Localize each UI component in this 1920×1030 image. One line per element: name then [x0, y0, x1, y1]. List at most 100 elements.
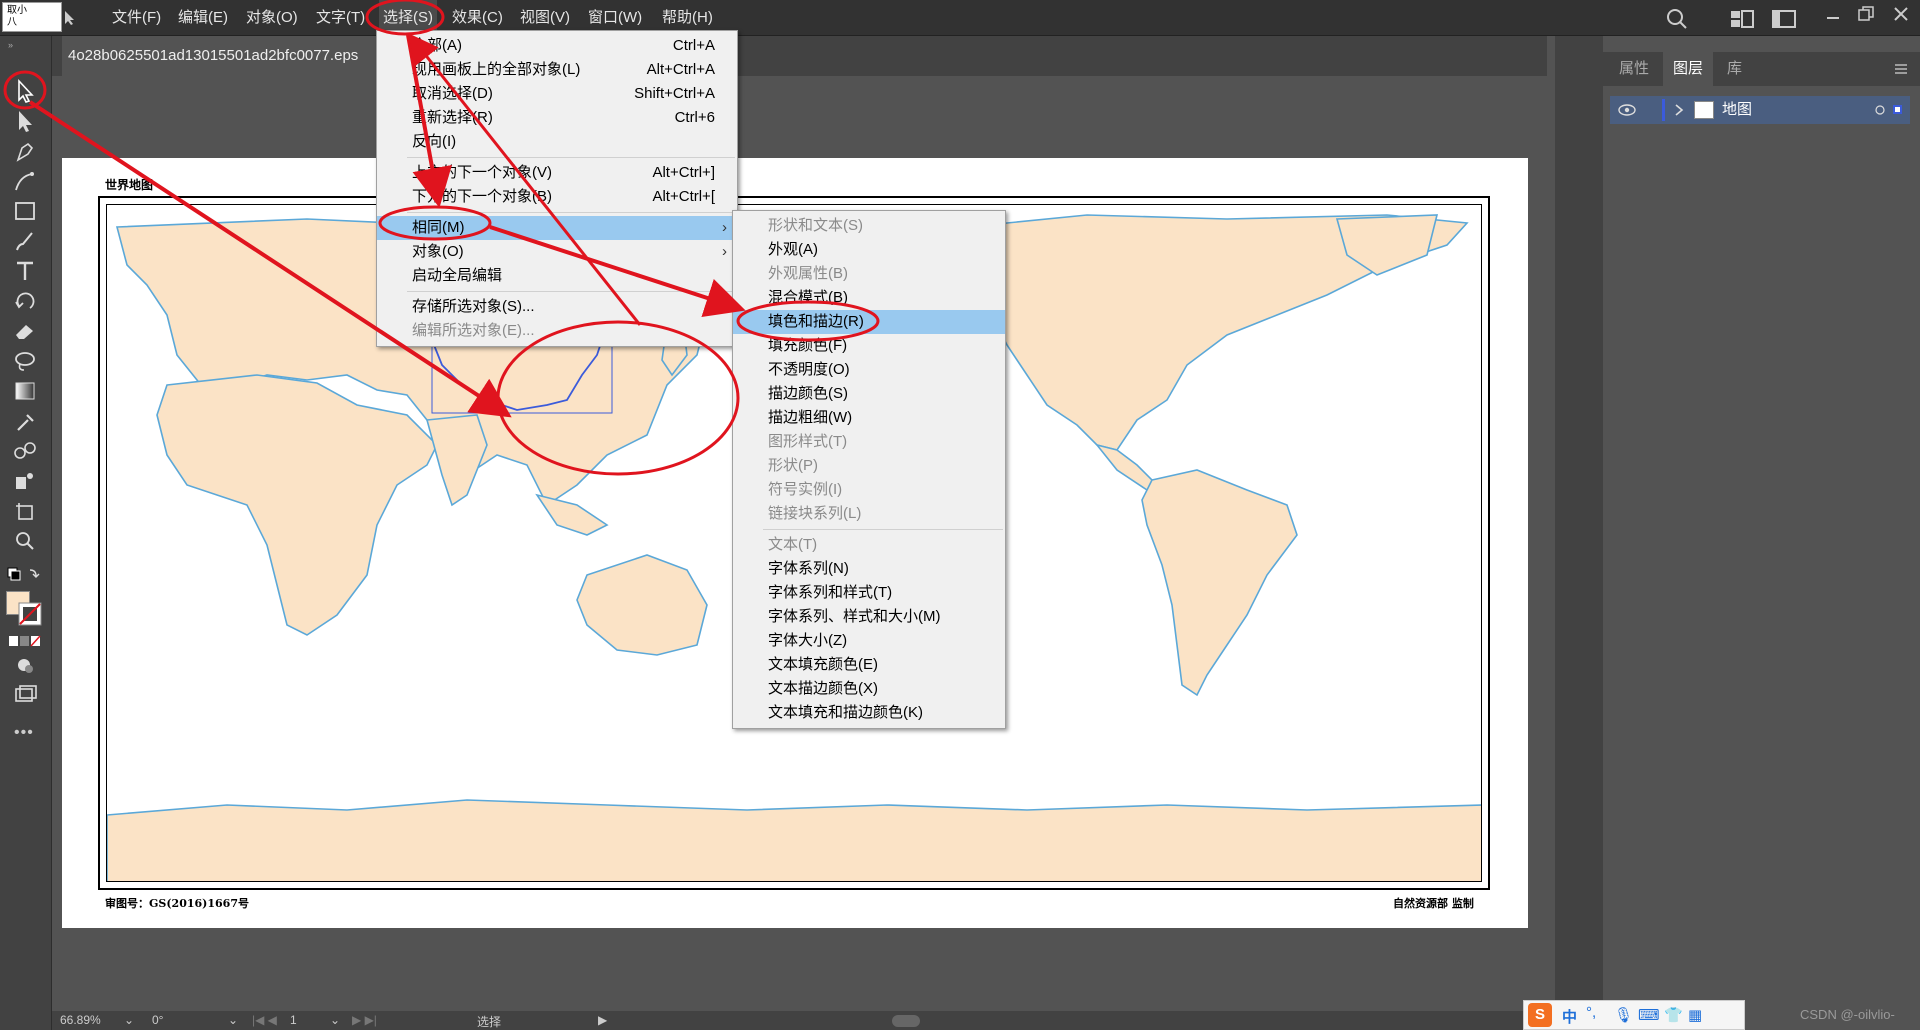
- chevron-right-icon: ›: [722, 219, 727, 236]
- ime-logo-icon[interactable]: S: [1528, 1003, 1552, 1027]
- submenu-item-stroke-weight[interactable]: 描边粗细(W): [733, 406, 1005, 430]
- submenu-item-link-block-series[interactable]: 链接块系列(L): [733, 502, 1005, 526]
- play-icon[interactable]: ▶: [598, 1013, 607, 1027]
- menu-item-global-edit[interactable]: 启动全局编辑: [377, 264, 737, 288]
- submenu-item-stroke-color[interactable]: 描边颜色(S): [733, 382, 1005, 406]
- antarctica-shape: [107, 799, 1481, 881]
- selection-tool-icon[interactable]: [10, 78, 40, 104]
- paintbrush-tool-icon[interactable]: [10, 228, 40, 254]
- pen-tool-icon[interactable]: [10, 138, 40, 164]
- menu-item-object[interactable]: 对象(O) ›: [377, 240, 737, 264]
- menu-bar: 取小 八 文件(F) 编辑(E) 对象(O) 文字(T) 选择(S) 效果(C)…: [0, 0, 1920, 36]
- lasso-tool-icon[interactable]: [10, 348, 40, 374]
- last-artboard-icon[interactable]: ▶ ▶|: [352, 1013, 377, 1027]
- menu-item-save-selection[interactable]: 存储所选对象(S)...: [377, 295, 737, 319]
- minimize-icon[interactable]: [1825, 12, 1841, 24]
- chevron-down-icon[interactable]: ⌄: [330, 1013, 340, 1027]
- toolbox-icon[interactable]: ▦: [1688, 1006, 1702, 1024]
- document-tab[interactable]: 4o28b0625501ad13015501ad2bfc0077.eps: [62, 36, 392, 76]
- target-icon[interactable]: [1875, 105, 1885, 115]
- menu-type[interactable]: 文字(T): [312, 0, 369, 36]
- submenu-item-text-fill-color[interactable]: 文本填充颜色(E): [733, 653, 1005, 677]
- close-icon[interactable]: [1893, 6, 1909, 22]
- horizontal-scrollbar[interactable]: [892, 1015, 920, 1027]
- logo-text: 取小: [7, 5, 27, 16]
- submenu-item-shape-and-text[interactable]: 形状和文本(S): [733, 214, 1005, 238]
- rotation-value[interactable]: 0°: [152, 1013, 163, 1027]
- submenu-item-shape[interactable]: 形状(P): [733, 454, 1005, 478]
- submenu-item-appearance-attribute[interactable]: 外观属性(B): [733, 262, 1005, 286]
- skin-icon[interactable]: 👕: [1664, 1006, 1683, 1024]
- ime-mode[interactable]: 中: [1562, 1006, 1577, 1027]
- microphone-icon[interactable]: 🎙: [1614, 1006, 1633, 1024]
- submenu-item-text-stroke-color[interactable]: 文本描边颜色(X): [733, 677, 1005, 701]
- menu-object[interactable]: 对象(O): [242, 0, 302, 36]
- chevron-down-icon[interactable]: ⌄: [124, 1013, 134, 1027]
- menu-item-reselect[interactable]: 重新选择(R) Ctrl+6: [377, 106, 737, 130]
- keyboard-icon[interactable]: ⌨: [1638, 1006, 1660, 1024]
- blend-tool-icon[interactable]: [10, 438, 40, 464]
- eyedropper-tool-icon[interactable]: [10, 408, 40, 434]
- tab-libraries[interactable]: 库: [1717, 52, 1752, 86]
- zoom-level[interactable]: 66.89%: [60, 1013, 101, 1027]
- submenu-item-text-fill-stroke-color[interactable]: 文本填充和描边颜色(K): [733, 701, 1005, 725]
- tools-panel: » •••: [0, 36, 52, 1030]
- selection-indicator[interactable]: [1893, 105, 1902, 114]
- artboard-tool-icon[interactable]: [10, 498, 40, 524]
- menu-item-select-all[interactable]: 全部(A) Ctrl+A: [377, 34, 737, 58]
- submenu-item-fill-and-stroke[interactable]: 填色和描边(R): [733, 310, 1005, 334]
- gradient-tool-icon[interactable]: [10, 378, 40, 404]
- artboard-number[interactable]: 1: [290, 1013, 297, 1027]
- restore-icon[interactable]: [1857, 6, 1875, 22]
- panel-menu-icon[interactable]: [1893, 62, 1909, 76]
- menu-file[interactable]: 文件(F): [108, 0, 165, 36]
- submenu-item-fill-color[interactable]: 填充颜色(F): [733, 334, 1005, 358]
- submenu-item-symbol-instance[interactable]: 符号实例(I): [733, 478, 1005, 502]
- search-icon[interactable]: [1666, 8, 1688, 30]
- first-artboard-icon[interactable]: |◀ ◀: [252, 1013, 277, 1027]
- more-tools-icon[interactable]: •••: [14, 724, 34, 742]
- layer-row[interactable]: 地图: [1610, 96, 1910, 124]
- zoom-tool-icon[interactable]: [10, 528, 40, 554]
- chevron-right-icon[interactable]: [1674, 103, 1684, 117]
- arrange-documents-icon[interactable]: [1730, 10, 1754, 28]
- rectangle-tool-icon[interactable]: [10, 198, 40, 224]
- symbol-sprayer-tool-icon[interactable]: [10, 468, 40, 494]
- submenu-item-text[interactable]: 文本(T): [733, 533, 1005, 557]
- submenu-item-font-family[interactable]: 字体系列(N): [733, 557, 1005, 581]
- menu-item-edit-selection[interactable]: 编辑所选对象(E)...: [377, 319, 737, 343]
- swap-colors-icon[interactable]: [6, 566, 42, 586]
- eye-icon[interactable]: [1618, 103, 1636, 117]
- submenu-item-appearance[interactable]: 外观(A): [733, 238, 1005, 262]
- workspace-icon[interactable]: [1772, 10, 1796, 28]
- chevron-down-icon[interactable]: ⌄: [228, 1013, 238, 1027]
- curvature-tool-icon[interactable]: [10, 168, 40, 194]
- punctuation-icon[interactable]: °,: [1586, 1004, 1596, 1021]
- type-tool-icon[interactable]: [10, 258, 40, 284]
- layer-name[interactable]: 地图: [1722, 96, 1752, 124]
- direct-selection-tool-icon[interactable]: [10, 108, 40, 134]
- submenu-item-opacity[interactable]: 不透明度(O): [733, 358, 1005, 382]
- menu-item-select-all-artboard[interactable]: 现用画板上的全部对象(L) Alt+Ctrl+A: [377, 58, 737, 82]
- menu-item-same[interactable]: 相同(M) ›: [377, 216, 737, 240]
- submenu-item-blend-mode[interactable]: 混合模式(B): [733, 286, 1005, 310]
- submenu-item-graphic-style[interactable]: 图形样式(T): [733, 430, 1005, 454]
- rotate-tool-icon[interactable]: [10, 288, 40, 314]
- submenu-item-font-family-style[interactable]: 字体系列和样式(T): [733, 581, 1005, 605]
- menu-edit[interactable]: 编辑(E): [174, 0, 232, 36]
- tab-layers[interactable]: 图层: [1663, 52, 1714, 86]
- draw-mode-icon[interactable]: [10, 652, 40, 678]
- menu-item-next-object-above[interactable]: 上方的下一个对象(V) Alt+Ctrl+]: [377, 161, 737, 185]
- screen-mode-icon[interactable]: [10, 682, 40, 708]
- color-mode-icon[interactable]: [8, 634, 42, 648]
- submenu-item-font-size[interactable]: 字体大小(Z): [733, 629, 1005, 653]
- menu-item-deselect[interactable]: 取消选择(D) Shift+Ctrl+A: [377, 82, 737, 106]
- menu-item-inverse[interactable]: 反向(I): [377, 130, 737, 154]
- submenu-item-font-family-style-size[interactable]: 字体系列、样式和大小(M): [733, 605, 1005, 629]
- collapse-icon[interactable]: »: [8, 40, 13, 50]
- logo-text-2: 八: [7, 17, 17, 28]
- stroke-color-swatch[interactable]: [18, 602, 42, 626]
- menu-item-next-object-below[interactable]: 下方的下一个对象(B) Alt+Ctrl+[: [377, 185, 737, 209]
- eraser-tool-icon[interactable]: [10, 318, 40, 344]
- tab-properties[interactable]: 属性: [1609, 52, 1659, 86]
